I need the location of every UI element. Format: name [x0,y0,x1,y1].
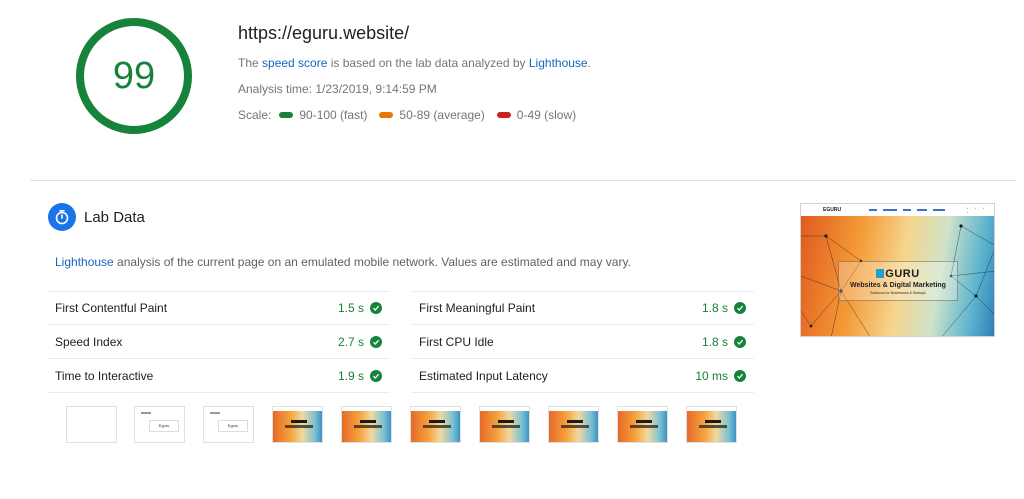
score-value: 99 [112,54,156,97]
filmstrip-frame[interactable] [617,406,668,443]
lighthouse-link[interactable]: Lighthouse [529,56,588,70]
lab-description: Lighthouse analysis of the current page … [55,255,631,269]
score-scale: Scale: 90-100 (fast) 50-89 (average) 0-4… [238,108,576,122]
filmstrip-frame[interactable] [548,406,599,443]
fast-pill [279,112,294,118]
metric-value: 1.9 s [337,368,364,383]
metric-label: First CPU Idle [419,334,494,349]
metric-row: Time to Interactive 1.9 s [48,359,390,393]
metric-label: Speed Index [55,334,123,349]
desc-middle: is based on the lab data analyzed by [327,56,529,70]
screenshot-navbar: EGURU • • • • [801,204,994,216]
desc-suffix: . [587,56,591,70]
score-description: The speed score is based on the lab data… [238,56,591,70]
metric-label: Time to Interactive [55,368,154,383]
score-gauge: 99 [75,17,193,135]
metric-label: Estimated Input Latency [419,368,548,383]
filmstrip-frame[interactable] [341,406,392,443]
final-screenshot[interactable]: EGURU • • • • GURU Websites & Digital Ma… [800,203,995,337]
metric-label: First Meaningful Paint [419,301,536,315]
screenshot-social-icons: • • • • [967,206,987,214]
filmstrip-frame[interactable] [479,406,530,443]
check-icon [370,369,382,382]
screenshot-logo-text: GURU [885,267,920,280]
metric-row: Speed Index 2.7 s [48,325,390,359]
frame-card-text: Eguru [149,420,179,432]
metric-value: 1.8 s [701,334,728,349]
section-divider [30,180,1016,181]
metric-value: 10 ms [695,368,728,383]
lab-desc-text: analysis of the current page on an emula… [113,255,631,269]
average-pill [379,112,394,118]
check-icon [370,335,382,348]
filmstrip-frame[interactable] [410,406,461,443]
metric-row: Estimated Input Latency 10 ms [412,359,754,393]
scale-label: Scale: [238,108,272,122]
speed-score-link[interactable]: speed score [262,56,327,70]
filmstrip-frame[interactable]: Eguru [134,406,185,443]
stopwatch-icon [48,203,76,231]
filmstrip-frame[interactable] [66,406,117,443]
metric-row: First Contentful Paint 1.5 s [48,291,390,325]
lighthouse-lab-link[interactable]: Lighthouse [55,255,114,269]
logo-mark-icon [876,268,885,278]
screenshot-headline: Websites & Digital Marketing [850,281,946,289]
frame-card-text: Eguru [218,420,248,432]
scale-fast-label: 90-100 (fast) [299,108,368,122]
screenshot-nav-logo: EGURU [823,207,842,213]
analysis-time: Analysis time: 1/23/2019, 9:14:59 PM [238,82,437,96]
filmstrip-frame[interactable] [272,406,323,443]
desc-prefix: The [238,56,263,70]
check-icon [370,302,382,314]
scale-average-label: 50-89 (average) [399,108,485,122]
metric-value: 2.7 s [337,334,364,349]
metric-label: First Contentful Paint [55,301,168,315]
screenshot-logo: GURU [876,268,919,280]
lab-data-title: Lab Data [84,209,145,226]
screenshot-nav-links [869,209,946,211]
screenshot-tagline: Solutions for Businesses & Startups [870,290,926,295]
slow-pill [496,112,511,118]
metric-value: 1.5 s [337,301,364,315]
scale-slow-label: 0-49 (slow) [516,108,577,122]
metric-value: 1.8 s [701,301,728,315]
check-icon [734,369,746,382]
check-icon [734,302,746,314]
metric-row: First Meaningful Paint 1.8 s [412,291,754,325]
check-icon [734,335,746,348]
screenshot-hero-box: GURU Websites & Digital Marketing Soluti… [838,261,958,301]
metric-row: First CPU Idle 1.8 s [412,325,754,359]
page-url: https://eguru.website/ [238,23,410,43]
filmstrip-frame[interactable] [686,406,737,443]
filmstrip-frame[interactable]: Eguru [203,406,254,443]
